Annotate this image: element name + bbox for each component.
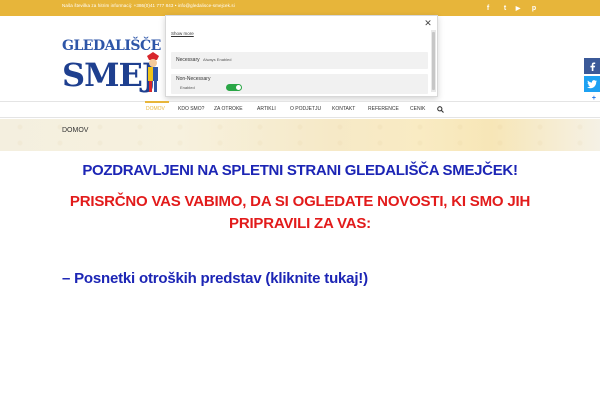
main-navigation: DOMOV KDO SMO? ZA OTROKE ARTIKLI O PODJE…	[0, 101, 600, 118]
active-nav-indicator	[145, 101, 169, 103]
necessary-status: Always Enabled	[203, 57, 232, 62]
pinterest-icon[interactable]: p	[528, 2, 540, 14]
youtube-icon[interactable]: ▶	[512, 2, 524, 14]
invite-line-1: PRISRČNO VAS VABIMO, DA SI OGLEDATE NOVO…	[69, 193, 531, 210]
breadcrumb: DOMOV	[62, 127, 89, 134]
non-necessary-label: Non-Necessary	[176, 76, 211, 82]
nav-item-o-podjetju[interactable]: O PODJETJU	[290, 106, 321, 112]
non-necessary-toggle[interactable]	[226, 84, 242, 91]
nav-item-kontakt[interactable]: KONTAKT	[332, 106, 355, 112]
nav-item-reference[interactable]: REFERENCE	[368, 106, 399, 112]
search-icon[interactable]	[437, 106, 444, 113]
nav-item-domov[interactable]: DOMOV	[146, 106, 165, 112]
cookie-consent-popup: ✕ Show more Necessary Always Enabled Non…	[165, 15, 438, 97]
toggle-knob	[236, 85, 241, 90]
close-icon[interactable]: ✕	[423, 18, 433, 28]
non-necessary-cookies-row[interactable]: Non-Necessary Enabled	[171, 74, 428, 94]
facebook-icon	[589, 61, 595, 71]
welcome-heading: POZDRAVLJENI NA SPLETNI STRANI GLEDALIŠČ…	[82, 162, 518, 179]
nav-item-cenik[interactable]: CENIK	[410, 106, 425, 112]
non-necessary-status: Enabled	[180, 85, 195, 90]
page: Naša številka za hitrim informacij: +386…	[0, 0, 600, 400]
site-logo[interactable]: GLEDALIŠČE SMEJ	[62, 38, 162, 100]
invite-line-2: PRIPRAVILI ZA VAS:	[229, 215, 371, 232]
popup-scrollbar-thumb[interactable]	[432, 32, 435, 90]
twitter-icon	[587, 79, 597, 88]
share-facebook-button[interactable]	[584, 58, 600, 74]
invite-heading: PRISRČNO VAS VABIMO, DA SI OGLEDATE NOVO…	[0, 191, 600, 235]
necessary-label-group: Necessary Always Enabled	[176, 57, 231, 63]
logo-bottom-text: SMEJ	[62, 56, 157, 94]
popup-scrollbar[interactable]	[431, 30, 436, 92]
share-twitter-button[interactable]	[584, 76, 600, 92]
top-bar: Naša številka za hitrim informacij: +386…	[0, 0, 600, 16]
show-more-link[interactable]: Show more	[171, 31, 194, 36]
contact-info: Naša številka za hitrim informacij: +386…	[62, 3, 235, 8]
nav-item-za-otroke[interactable]: ZA OTROKE	[214, 106, 243, 112]
facebook-icon[interactable]: f	[482, 2, 494, 14]
jester-figure-icon	[147, 52, 159, 92]
title-bar-pattern	[0, 119, 600, 151]
twitter-icon[interactable]: t	[499, 2, 511, 14]
videos-link[interactable]: – Posnetki otroških predstav (kliknite t…	[62, 270, 368, 287]
necessary-label: Necessary	[176, 57, 200, 63]
nav-item-kdo-smo[interactable]: KDO SMO?	[178, 106, 204, 112]
page-title-bar: DOMOV	[0, 119, 600, 151]
nav-item-artikli[interactable]: ARTIKLI	[257, 106, 276, 112]
necessary-cookies-row[interactable]: Necessary Always Enabled	[171, 52, 428, 69]
